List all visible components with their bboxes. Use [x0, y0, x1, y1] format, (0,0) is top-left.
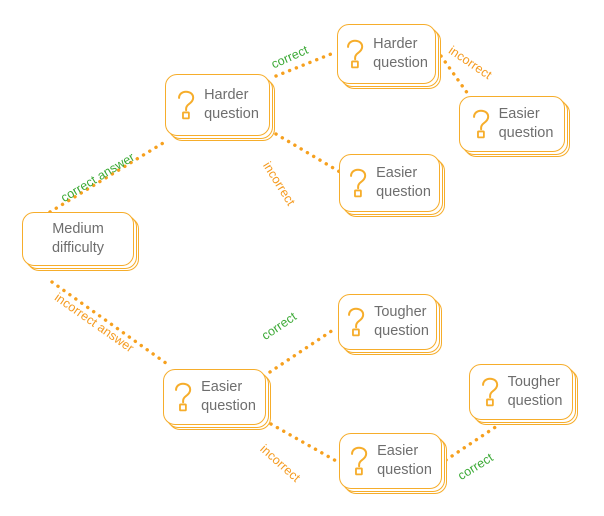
adaptive-question-tree-diagram: Medium difficulty Harder question Harder q…: [0, 0, 604, 516]
question-card-easier-3[interactable]: Easier question: [163, 369, 271, 430]
question-card-tougher-1[interactable]: Tougher question: [338, 294, 442, 355]
question-mark-icon: [348, 307, 365, 337]
card-label: Medium difficulty: [51, 220, 105, 256]
card-label: Harder question: [204, 86, 259, 122]
question-card-root[interactable]: Medium difficulty: [22, 212, 139, 271]
card-face: Easier question: [459, 96, 565, 152]
question-mark-icon: [351, 446, 368, 476]
card-face: Easier question: [339, 154, 440, 212]
node-layer: Medium difficulty Harder question Harder q…: [0, 0, 604, 516]
card-label: Easier question: [377, 442, 432, 478]
question-mark-icon: [347, 39, 364, 69]
card-face: Tougher question: [338, 294, 437, 350]
question-card-harder-1[interactable]: Harder question: [165, 74, 275, 141]
question-card-easier-4[interactable]: Easier question: [339, 433, 447, 494]
card-label: Harder question: [373, 35, 428, 71]
question-mark-icon: [175, 382, 192, 412]
question-card-harder-2[interactable]: Harder question: [337, 24, 441, 89]
question-card-easier-1[interactable]: Easier question: [459, 96, 570, 157]
card-face: Medium difficulty: [22, 212, 134, 266]
card-label: Easier question: [498, 105, 554, 141]
question-card-easier-2[interactable]: Easier question: [339, 154, 445, 217]
card-label: Easier question: [201, 378, 256, 414]
card-label: Tougher question: [374, 303, 429, 339]
card-face: Tougher question: [469, 364, 573, 420]
question-mark-icon: [350, 168, 367, 198]
question-card-tougher-2[interactable]: Tougher question: [469, 364, 578, 425]
card-face: Easier question: [339, 433, 442, 489]
question-mark-icon: [481, 377, 498, 407]
card-face: Harder question: [337, 24, 436, 84]
card-label: Easier question: [376, 164, 431, 200]
question-mark-icon: [178, 90, 195, 120]
card-face: Harder question: [165, 74, 270, 136]
card-label: Tougher question: [507, 373, 563, 409]
card-face: Easier question: [163, 369, 266, 425]
question-mark-icon: [472, 109, 489, 139]
